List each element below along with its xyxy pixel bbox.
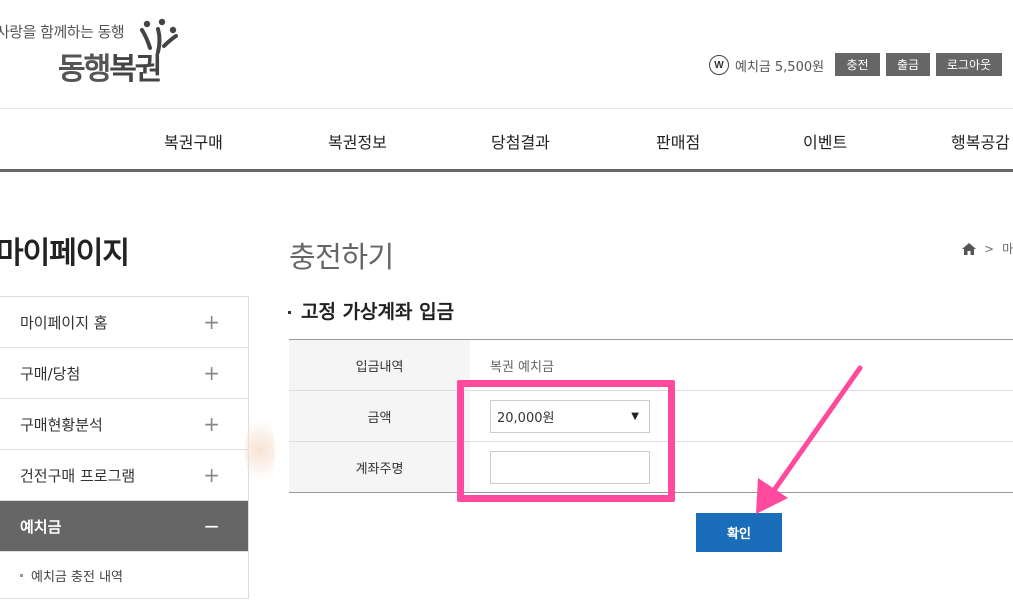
sidebar-item-label: 예치금 bbox=[20, 517, 62, 536]
page-title: 충전하기 bbox=[289, 240, 394, 274]
sidebar-item-deposit[interactable]: 예치금 − bbox=[0, 501, 248, 552]
nav-underline bbox=[0, 169, 1013, 172]
form-label: 계좌주명 bbox=[289, 442, 470, 492]
confirm-button[interactable]: 확인 bbox=[696, 513, 782, 552]
sidebar-item-label: 구매현황분석 bbox=[20, 415, 103, 434]
nav-item-happy[interactable]: 행복공감 bbox=[951, 129, 1010, 153]
bullet-icon bbox=[20, 573, 23, 577]
withdraw-button[interactable]: 출금 bbox=[886, 53, 930, 76]
won-icon: W bbox=[709, 55, 729, 75]
sidebar-item-purchase-win[interactable]: 구매/당첨 + bbox=[0, 348, 248, 399]
main-nav: 복권구매 복권정보 당첨결과 판매점 이벤트 행복공감 bbox=[0, 109, 1013, 169]
sidebar-title: 마이페이지 bbox=[0, 236, 130, 271]
decorative-blob bbox=[245, 410, 275, 490]
breadcrumb-current[interactable]: 마 bbox=[1002, 240, 1013, 257]
people-logo-icon bbox=[140, 18, 178, 54]
nav-item-info[interactable]: 복권정보 bbox=[328, 129, 387, 153]
sidebar-item-purchase-analysis[interactable]: 구매현황분석 + bbox=[0, 399, 248, 450]
balance-label: 예치금 bbox=[735, 59, 771, 75]
plus-icon: + bbox=[203, 412, 220, 436]
sidebar-item-label: 마이페이지 홈 bbox=[20, 313, 108, 332]
form-label: 금액 bbox=[289, 391, 470, 441]
balance-display: W 예치금 5,500원 bbox=[709, 54, 824, 76]
plus-icon: + bbox=[203, 463, 220, 487]
section-title: 고정 가상계좌 입금 bbox=[288, 297, 454, 324]
breadcrumb: > 마 bbox=[962, 240, 1013, 257]
minus-icon: − bbox=[203, 514, 220, 538]
logout-button[interactable]: 로그아웃 bbox=[936, 53, 1002, 76]
sidebar-item-healthy-program[interactable]: 건전구매 프로그램 + bbox=[0, 450, 248, 501]
sidebar-subitem-label: 예치금 충전 내역 bbox=[31, 569, 123, 585]
section-title-text: 고정 가상계좌 입금 bbox=[301, 301, 455, 323]
plus-icon: + bbox=[203, 361, 220, 385]
sidebar-subitem-deposit-history[interactable]: 예치금 충전 내역 bbox=[0, 552, 248, 599]
nav-item-results[interactable]: 당첨결과 bbox=[491, 129, 550, 153]
nav-item-events[interactable]: 이벤트 bbox=[803, 129, 847, 153]
sidebar-menu: 마이페이지 홈 + 구매/당첨 + 구매현황분석 + 건전구매 프로그램 + 예… bbox=[0, 296, 249, 599]
annotation-highlight-box bbox=[457, 380, 675, 502]
logo-part1: 동행 bbox=[58, 52, 111, 87]
nav-item-buy[interactable]: 복권구매 bbox=[164, 129, 223, 153]
nav-item-stores[interactable]: 판매점 bbox=[656, 129, 700, 153]
balance-amount: 5,500원 bbox=[774, 59, 825, 75]
sidebar-item-label: 구매/당첨 bbox=[20, 364, 81, 383]
charge-button[interactable]: 충전 bbox=[835, 53, 880, 76]
form-label: 입금내역 bbox=[289, 340, 470, 390]
breadcrumb-separator: > bbox=[984, 241, 995, 256]
bullet-icon bbox=[288, 311, 291, 314]
home-icon[interactable] bbox=[962, 242, 976, 255]
sidebar-item-label: 건전구매 프로그램 bbox=[20, 466, 136, 485]
site-slogan: 사랑을 함께하는 동행 bbox=[0, 23, 125, 41]
plus-icon: + bbox=[203, 310, 220, 334]
sidebar-item-mypage-home[interactable]: 마이페이지 홈 + bbox=[0, 297, 248, 348]
